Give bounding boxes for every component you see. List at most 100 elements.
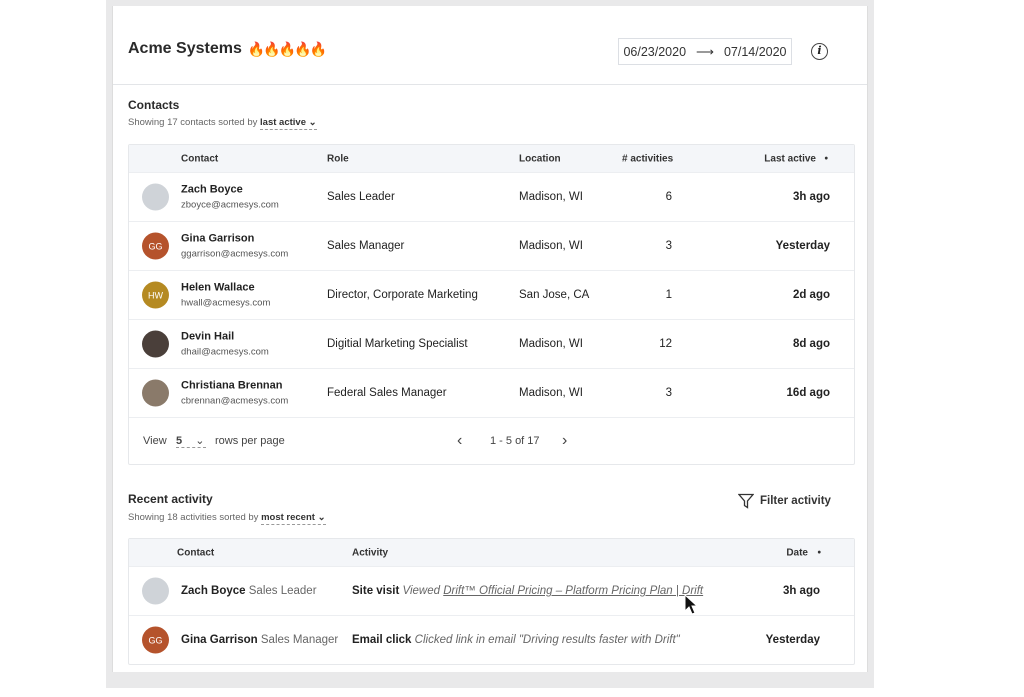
contact-cell: Gina Garrison Sales Manager <box>181 634 338 646</box>
col-last-active[interactable]: Last active <box>764 153 816 164</box>
arrow-right-icon: ⟶ <box>696 45 714 59</box>
contacts-heading: Contacts <box>128 98 180 112</box>
location: Madison, WI <box>519 387 583 399</box>
mouse-cursor-icon <box>684 594 698 615</box>
sort-dropdown[interactable]: last active ⌄ <box>260 117 317 130</box>
sort-indicator-icon: • <box>817 547 821 558</box>
chevron-down-icon: ⌄ <box>317 512 326 523</box>
activity-heading: Recent activity <box>128 492 213 506</box>
account-name: Acme Systems <box>128 40 242 57</box>
table-row[interactable]: GG Gina Garrison Sales Manager Email cli… <box>129 615 854 664</box>
contact-cell: Zach Boyce Sales Leader <box>181 585 317 597</box>
col-date[interactable]: Date <box>786 547 808 558</box>
filter-label: Filter activity <box>760 495 831 507</box>
avatar: HW <box>142 281 169 309</box>
chevron-down-icon: ⌄ <box>195 435 205 447</box>
location: Madison, WI <box>519 191 583 203</box>
pagination: View 5 ⌄ rows per page ‹ 1 - 5 of 17 › <box>129 417 854 464</box>
avatar: GG <box>142 626 169 654</box>
per-page-value: 5 <box>176 435 183 447</box>
contact-cell: Gina Garrison ggarrison@acmesys.com <box>181 233 288 260</box>
date-start: 06/23/2020 <box>623 44 687 59</box>
table-row[interactable]: Zach Boyce Sales Leader Site visit Viewe… <box>129 566 854 615</box>
subtitle-text: Showing 17 contacts sorted by <box>128 117 258 128</box>
contact-name[interactable]: Helen Wallace <box>181 282 270 294</box>
location: Madison, WI <box>519 338 583 350</box>
avatar <box>142 330 169 358</box>
flame-icons: 🔥🔥🔥🔥🔥 <box>247 40 327 57</box>
contact-cell: Helen Wallace hwall@acmesys.com <box>181 282 270 309</box>
table-row[interactable]: Zach Boyce zboyce@acmesys.com Sales Leade… <box>129 172 854 221</box>
contact-email: cbrennan@acmesys.com <box>181 395 289 407</box>
location: San Jose, CA <box>519 289 590 301</box>
contact-email: hwall@acmesys.com <box>181 297 271 309</box>
role: Digitial Marketing Specialist <box>327 338 468 350</box>
date-range-picker[interactable]: 06/23/2020 ⟶ 07/14/2020 <box>618 38 792 65</box>
contact-name[interactable]: Zach Boyce <box>181 585 246 597</box>
col-role[interactable]: Role <box>327 153 349 164</box>
page-title: Acme Systems 🔥🔥🔥🔥🔥 <box>128 40 327 58</box>
contact-name[interactable]: Zach Boyce <box>181 184 279 196</box>
prev-page-icon[interactable]: ‹ <box>457 432 462 450</box>
col-contact[interactable]: Contact <box>181 153 218 164</box>
table-row[interactable]: HW Helen Wallace hwall@acmesys.com Direct… <box>129 270 854 319</box>
role: Federal Sales Manager <box>327 387 447 399</box>
next-page-icon[interactable]: › <box>562 432 567 450</box>
last-active: 3h ago <box>792 191 830 203</box>
contact-role: Sales Manager <box>260 634 339 646</box>
contacts-subtitle: Showing 17 contacts sorted by last activ… <box>128 117 317 130</box>
contact-name[interactable]: Christiana Brennan <box>181 380 288 392</box>
sort-value: last active <box>260 117 306 128</box>
activity-desc: Viewed <box>402 585 441 597</box>
contact-name[interactable]: Devin Hail <box>181 331 269 343</box>
avatar <box>142 379 169 407</box>
col-contact[interactable]: Contact <box>177 547 214 558</box>
filter-icon <box>738 493 754 509</box>
activity-table: Contact Activity Date • Zach Boyce Sales… <box>128 538 855 665</box>
activity-cell: Email click Clicked link in email "Drivi… <box>352 634 680 646</box>
activity-count: 3 <box>665 240 672 252</box>
table-row[interactable]: Devin Hail dhail@acmesys.com Digitial Mar… <box>129 319 854 368</box>
activity-link[interactable]: Drift™ Official Pricing – Platform Prici… <box>443 585 703 597</box>
activity-count: 6 <box>665 191 672 203</box>
view-label: View <box>143 435 167 447</box>
contact-cell: Zach Boyce zboyce@acmesys.com <box>181 184 279 211</box>
sort-dropdown[interactable]: most recent ⌄ <box>261 512 326 525</box>
activity-date: Yesterday <box>765 634 820 646</box>
info-icon[interactable]: i <box>811 43 828 60</box>
rows-per-page-label: rows per page <box>215 435 285 447</box>
contact-email: ggarrison@acmesys.com <box>181 248 289 260</box>
last-active: Yesterday <box>775 240 830 252</box>
contact-name[interactable]: Gina Garrison <box>181 233 288 245</box>
date-end: 07/14/2020 <box>723 44 787 59</box>
location: Madison, WI <box>519 240 583 252</box>
activity-desc: Clicked link in email "Driving results f… <box>414 634 680 646</box>
last-active: 2d ago <box>792 289 830 301</box>
avatar <box>142 183 169 211</box>
activity-cell: Site visit Viewed Drift™ Official Pricin… <box>352 585 703 597</box>
role: Sales Manager <box>327 240 405 252</box>
rows-per-page-select[interactable]: 5 ⌄ <box>176 434 206 448</box>
table-row[interactable]: Christiana Brennan cbrennan@acmesys.com F… <box>129 368 854 417</box>
contact-role: Sales Leader <box>248 585 317 597</box>
activity-type: Email click <box>352 634 412 646</box>
activity-subtitle: Showing 18 activities sorted by most rec… <box>128 512 326 525</box>
contact-cell: Devin Hail dhail@acmesys.com <box>181 331 269 358</box>
sort-indicator-icon: • <box>824 153 828 164</box>
table-header: Contact Role Location # activities Last … <box>129 145 854 172</box>
divider <box>113 84 867 85</box>
activity-count: 1 <box>665 289 672 301</box>
page-range: 1 - 5 of 17 <box>490 435 540 447</box>
chevron-down-icon: ⌄ <box>308 117 317 128</box>
activity-count: 3 <box>665 387 672 399</box>
table-row[interactable]: GG Gina Garrison ggarrison@acmesys.com Sa… <box>129 221 854 270</box>
contact-name[interactable]: Gina Garrison <box>181 634 258 646</box>
last-active: 8d ago <box>792 338 830 350</box>
activity-type: Site visit <box>352 585 400 597</box>
filter-activity-button[interactable]: Filter activity <box>738 493 831 509</box>
col-activity[interactable]: Activity <box>352 547 388 558</box>
contact-cell: Christiana Brennan cbrennan@acmesys.com <box>181 380 288 407</box>
col-location[interactable]: Location <box>519 153 561 164</box>
col-activities[interactable]: # activities <box>622 153 673 164</box>
activity-date: 3h ago <box>782 585 820 597</box>
